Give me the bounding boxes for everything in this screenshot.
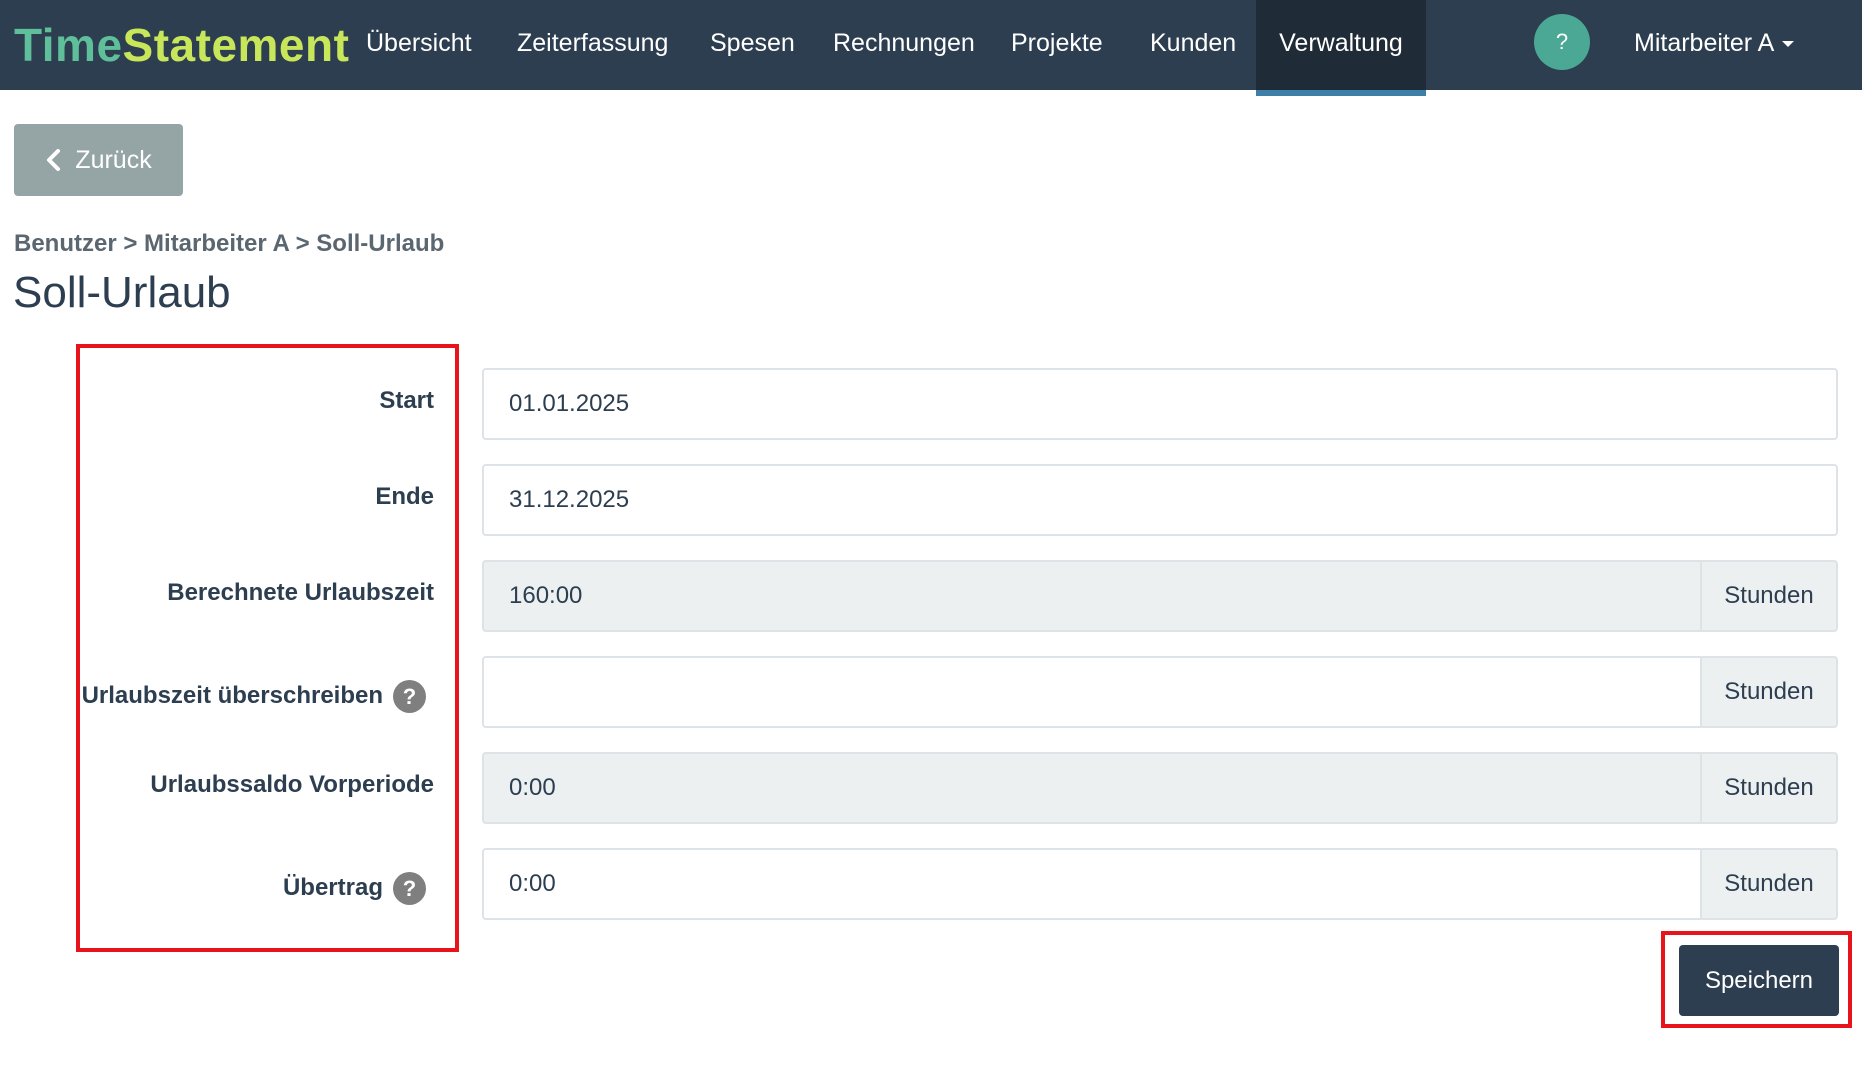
user-menu[interactable]: Mitarbeiter A xyxy=(1634,0,1795,86)
breadcrumb: Benutzer > Mitarbeiter A > Soll-Urlaub xyxy=(14,230,445,257)
nav-item-projekte[interactable]: Projekte xyxy=(987,0,1127,90)
carryover-input[interactable]: 0:00 xyxy=(482,848,1702,920)
nav-item-verwaltung[interactable]: Verwaltung xyxy=(1256,0,1426,96)
back-button[interactable]: Zurück xyxy=(14,124,183,196)
calculated-vacation-unit: Stunden xyxy=(1700,560,1838,632)
start-date-input[interactable]: 01.01.2025 xyxy=(482,368,1838,440)
labels-highlight-box xyxy=(76,344,459,952)
save-highlight-box xyxy=(1661,931,1852,1028)
help-button[interactable]: ? xyxy=(1534,14,1590,70)
chevron-left-icon xyxy=(47,149,61,171)
nav-item-spesen[interactable]: Spesen xyxy=(686,0,819,90)
carryover-unit: Stunden xyxy=(1700,848,1838,920)
nav-item-kunden[interactable]: Kunden xyxy=(1126,0,1260,90)
previous-balance-unit: Stunden xyxy=(1700,752,1838,824)
top-navbar: TimeStatement Übersicht Zeiterfassung Sp… xyxy=(0,0,1862,96)
nav-item-uebersicht[interactable]: Übersicht xyxy=(342,0,496,90)
brand-logo-part2: Statement xyxy=(122,19,350,71)
nav-item-rechnungen[interactable]: Rechnungen xyxy=(809,0,999,90)
previous-balance-field: 0:00 xyxy=(482,752,1702,824)
calculated-vacation-field: 160:00 xyxy=(482,560,1702,632)
back-button-label: Zurück xyxy=(75,145,152,174)
brand-logo-part1: Time xyxy=(14,19,123,71)
caret-down-icon xyxy=(1782,41,1795,48)
nav-item-zeiterfassung[interactable]: Zeiterfassung xyxy=(493,0,692,90)
brand-logo[interactable]: TimeStatement xyxy=(14,18,349,72)
override-vacation-unit: Stunden xyxy=(1700,656,1838,728)
user-menu-label: Mitarbeiter A xyxy=(1634,29,1775,57)
end-date-input[interactable]: 31.12.2025 xyxy=(482,464,1838,536)
override-vacation-input[interactable] xyxy=(482,656,1702,728)
page-title: Soll-Urlaub xyxy=(13,268,231,317)
